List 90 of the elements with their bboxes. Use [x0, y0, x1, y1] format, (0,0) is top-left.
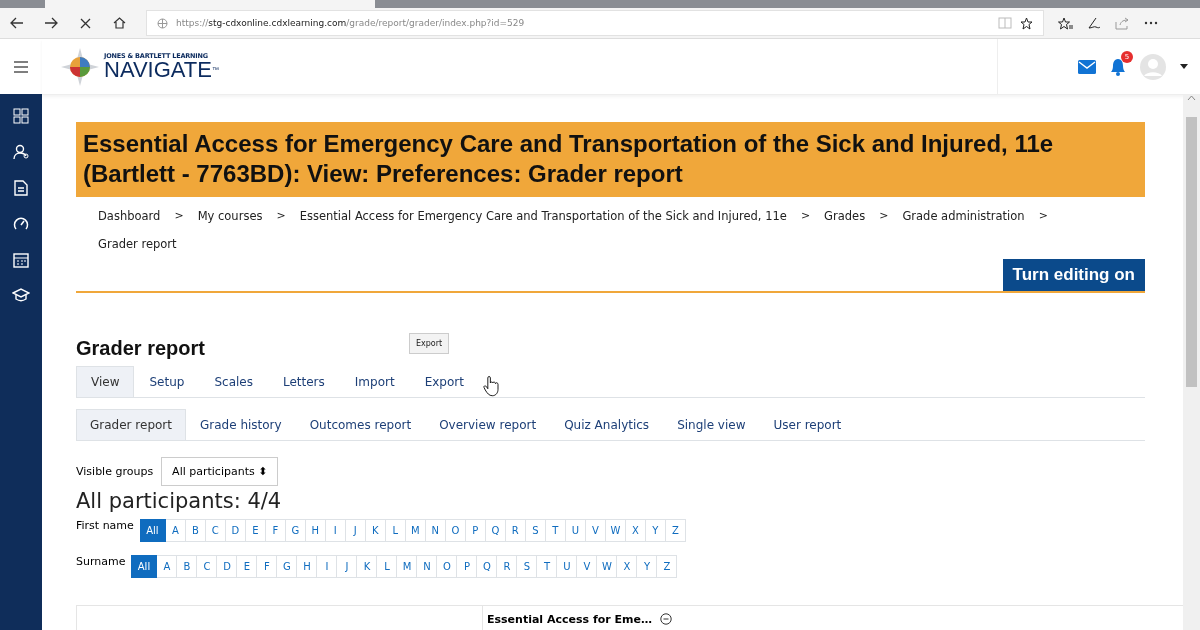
letter-filter[interactable]: H	[305, 519, 326, 542]
letter-filter[interactable]: E	[245, 519, 266, 542]
letter-filter[interactable]: W	[597, 555, 618, 578]
letter-filter[interactable]: L	[377, 555, 398, 578]
letter-filter[interactable]: Z	[657, 555, 678, 578]
tab[interactable]: Quiz Analytics	[550, 409, 664, 440]
breadcrumb-link[interactable]: My courses	[187, 203, 273, 229]
tab[interactable]: Single view	[663, 409, 760, 440]
participants-count: All participants: 4/4	[76, 489, 283, 513]
letter-filter[interactable]: R	[505, 519, 526, 542]
letter-filter[interactable]: L	[385, 519, 406, 542]
letter-filter[interactable]: All	[131, 555, 158, 578]
breadcrumb-separator: >	[878, 208, 890, 224]
letter-filter[interactable]: S	[525, 519, 546, 542]
letter-filter[interactable]: J	[345, 519, 366, 542]
breadcrumb-separator: >	[275, 208, 287, 224]
breadcrumb-link[interactable]: Grades	[814, 203, 876, 229]
url-text: https://stg-cdxonline.cdxlearning.com/grade/report/grader/index.php?id=529	[176, 18, 526, 28]
tab[interactable]: Setup	[134, 366, 200, 397]
tab[interactable]: Grade history	[186, 409, 296, 440]
letter-filter[interactable]: Y	[645, 519, 666, 542]
letter-filter[interactable]: V	[577, 555, 598, 578]
tab[interactable]: Export	[409, 366, 479, 397]
letter-filter[interactable]: O	[437, 555, 458, 578]
address-bar[interactable]: https://stg-cdxonline.cdxlearning.com/grade/report/grader/index.php?id=529	[146, 10, 1044, 36]
filter-label: First name	[76, 519, 134, 532]
letter-filter[interactable]: M	[397, 555, 418, 578]
column-header: Essential Access for Eme…	[487, 612, 652, 626]
tab[interactable]: Grader report	[76, 409, 186, 440]
tooltip: Export	[409, 333, 450, 354]
breadcrumb-link[interactable]: Grader report	[88, 231, 187, 257]
letter-filter[interactable]: S	[517, 555, 538, 578]
letter-filter[interactable]: Z	[665, 519, 686, 542]
letter-filter[interactable]: J	[337, 555, 358, 578]
letter-filter[interactable]: M	[405, 519, 426, 542]
letter-filter[interactable]: W	[605, 519, 626, 542]
tab[interactable]: Scales	[199, 366, 268, 397]
tab[interactable]: Overview report	[425, 409, 551, 440]
breadcrumb-link[interactable]: Grade administration	[892, 203, 1035, 229]
letter-filter[interactable]: D	[217, 555, 238, 578]
breadcrumb-separator: >	[799, 208, 812, 224]
breadcrumb-link[interactable]: Dashboard	[88, 203, 171, 229]
letter-filter[interactable]: K	[357, 555, 378, 578]
letter-filter[interactable]: P	[457, 555, 478, 578]
letter-filter[interactable]: I	[317, 555, 338, 578]
breadcrumb-separator: >	[1037, 208, 1049, 224]
letter-filter[interactable]: Q	[477, 555, 498, 578]
letter-filter[interactable]: N	[425, 519, 446, 542]
letter-filter[interactable]: U	[557, 555, 578, 578]
letter-filter[interactable]: B	[177, 555, 198, 578]
report-heading: Grader report	[76, 337, 205, 360]
letter-filter[interactable]: A	[165, 519, 186, 542]
breadcrumb-link[interactable]: Essential Access for Emergency Care and Transportation of the Sick and Injured, 11e	[289, 203, 797, 229]
letter-filter[interactable]: C	[197, 555, 218, 578]
letter-filter[interactable]: U	[565, 519, 586, 542]
letter-filter[interactable]: K	[365, 519, 386, 542]
letter-filter[interactable]: Y	[637, 555, 658, 578]
letter-filter[interactable]: X	[625, 519, 646, 542]
breadcrumb-separator: >	[173, 208, 185, 224]
letter-filter[interactable]: G	[277, 555, 298, 578]
letter-filter[interactable]: V	[585, 519, 606, 542]
tab[interactable]: Outcomes report	[295, 409, 426, 440]
letter-filter[interactable]: P	[465, 519, 486, 542]
letter-filter[interactable]: B	[185, 519, 206, 542]
letter-filter[interactable]: X	[617, 555, 638, 578]
letter-filter[interactable]: Q	[485, 519, 506, 542]
letter-filter[interactable]: C	[205, 519, 226, 542]
letter-filter[interactable]: A	[157, 555, 178, 578]
letter-filter[interactable]: H	[297, 555, 318, 578]
letter-filter[interactable]: D	[225, 519, 246, 542]
letter-filter[interactable]: O	[445, 519, 466, 542]
letter-filter[interactable]: G	[285, 519, 306, 542]
letter-filter[interactable]: N	[417, 555, 438, 578]
visible-groups-label: Visible groups	[76, 465, 154, 478]
groups-dropdown[interactable]: All participants ⬍	[161, 457, 279, 486]
tab[interactable]: Import	[339, 366, 410, 397]
letter-filter[interactable]: All	[139, 519, 166, 542]
letter-filter[interactable]: I	[325, 519, 346, 542]
tab[interactable]: View	[76, 366, 135, 397]
filter-label: Surname	[76, 555, 126, 568]
letter-filter[interactable]: F	[265, 519, 286, 542]
tab[interactable]: Letters	[267, 366, 340, 397]
letter-filter[interactable]: E	[237, 555, 258, 578]
letter-filter[interactable]: T	[537, 555, 558, 578]
letter-filter[interactable]: R	[497, 555, 518, 578]
letter-filter[interactable]: F	[257, 555, 278, 578]
turn-editing-on-button[interactable]: Turn editing on	[1002, 259, 1145, 291]
page-title: Essential Access for Emergency Care and Transportation of the Sick and Injured, 11e (Bartlett - 7763BD): View: Preferences: Grader report	[76, 122, 1145, 197]
tab[interactable]: User report	[759, 409, 856, 440]
letter-filter[interactable]: T	[545, 519, 566, 542]
